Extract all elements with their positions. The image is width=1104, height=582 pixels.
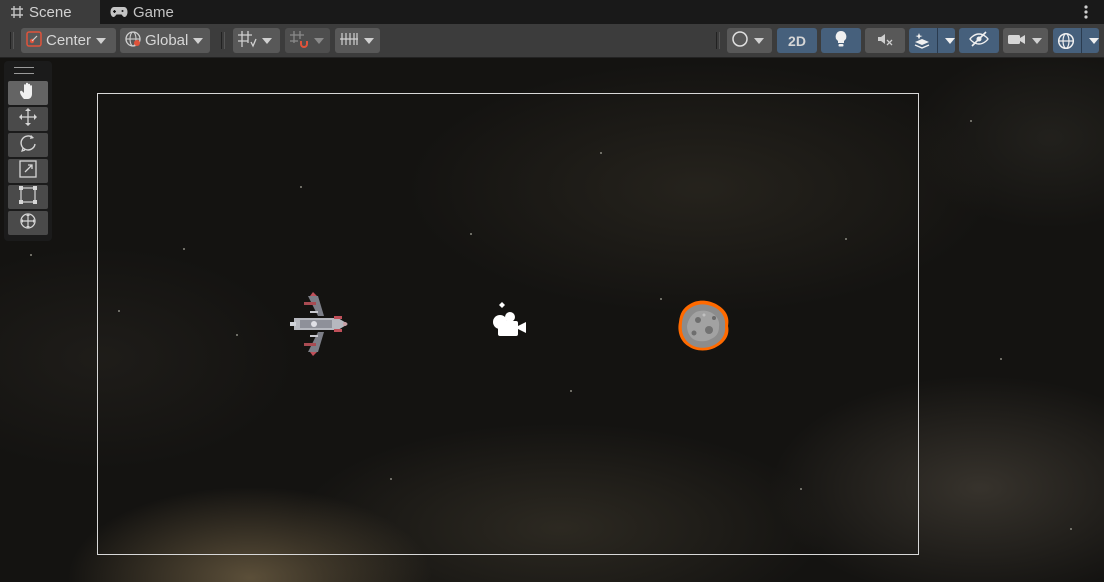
move-tool-button[interactable] — [8, 107, 48, 131]
video-camera-icon — [1007, 30, 1027, 52]
scene-view[interactable] — [0, 58, 1104, 582]
globe-icon — [124, 30, 142, 52]
background-star — [970, 120, 972, 122]
scene-toolbar: Center Global 2D — [0, 24, 1104, 58]
transform-icon — [18, 211, 38, 236]
camera-gizmo-icon[interactable] — [488, 300, 528, 338]
scene-camera-dropdown[interactable] — [1003, 28, 1048, 53]
gamepad-icon — [110, 6, 128, 18]
pivot-rotation-dropdown[interactable]: Global — [120, 28, 210, 53]
tab-game-label: Game — [133, 3, 174, 21]
move-arrows-icon — [18, 107, 38, 132]
increment-snapping-toggle[interactable] — [285, 28, 330, 53]
scene-visibility-toggle[interactable] — [959, 28, 999, 53]
chevron-down-icon — [1032, 37, 1042, 44]
shading-sphere-icon — [731, 30, 749, 52]
scene-window: Scene Game Center Global 2D — [0, 0, 1104, 582]
scene-lighting-toggle[interactable] — [821, 28, 861, 53]
chevron-down-icon — [314, 37, 324, 44]
rect-transform-icon — [18, 185, 38, 210]
scale-icon — [18, 159, 38, 184]
background-star — [30, 254, 32, 256]
chevron-down-icon — [193, 37, 204, 44]
mode-2d-label: 2D — [788, 32, 806, 49]
background-star — [1000, 358, 1002, 360]
grid-snapping-toggle[interactable] — [233, 28, 280, 53]
chevron-down-icon — [262, 37, 272, 44]
chevron-down-icon — [754, 37, 764, 44]
scene-audio-toggle[interactable] — [865, 28, 905, 53]
transform-tool-button[interactable] — [8, 211, 48, 235]
rotate-tool-button[interactable] — [8, 133, 48, 157]
tab-bar: Scene Game — [0, 0, 1104, 24]
scale-tool-button[interactable] — [8, 159, 48, 183]
tools-overlay — [4, 61, 52, 241]
audio-muted-icon — [876, 30, 894, 52]
toolbar-grip — [221, 32, 225, 49]
effects-layers-icon — [909, 32, 934, 50]
hand-icon — [18, 81, 38, 106]
gizmos-dropdown[interactable] — [1053, 28, 1099, 53]
rect-tool-button[interactable] — [8, 185, 48, 209]
hand-tool-button[interactable] — [8, 81, 48, 105]
overlay-drag-handle[interactable] — [14, 67, 34, 74]
pivot-center-icon — [25, 30, 43, 52]
lightbulb-icon — [833, 30, 849, 52]
more-options-icon[interactable] — [1076, 3, 1096, 21]
pivot-rotation-label: Global — [145, 32, 189, 49]
chevron-down-icon — [1089, 37, 1099, 44]
mode-2d-toggle[interactable]: 2D — [777, 28, 817, 53]
toolbar-grip — [716, 32, 720, 49]
chevron-down-icon — [364, 37, 374, 44]
tab-scene-label: Scene — [29, 3, 72, 21]
tab-scene[interactable]: Scene — [0, 0, 100, 24]
hidden-eye-icon — [969, 30, 989, 52]
toolbar-grip — [10, 32, 14, 49]
grid-snap-icon — [237, 30, 257, 52]
rotate-icon — [18, 133, 38, 158]
chevron-down-icon — [945, 37, 955, 44]
chevron-down-icon — [96, 37, 107, 44]
scene-effects-dropdown[interactable] — [909, 28, 955, 53]
ruler-grid-icon — [339, 30, 359, 52]
player-ship-sprite[interactable] — [290, 290, 352, 358]
asteroid-sprite[interactable] — [676, 298, 732, 354]
gizmo-globe-icon — [1053, 32, 1078, 50]
pivot-mode-dropdown[interactable]: Center — [21, 28, 116, 53]
pivot-mode-label: Center — [46, 32, 92, 49]
snap-magnet-icon — [289, 30, 309, 52]
tab-game[interactable]: Game — [100, 0, 190, 24]
grid-visibility-toggle[interactable] — [335, 28, 380, 53]
hash-grid-icon — [10, 5, 24, 19]
background-star — [1070, 528, 1072, 530]
shading-mode-dropdown[interactable] — [727, 28, 772, 53]
